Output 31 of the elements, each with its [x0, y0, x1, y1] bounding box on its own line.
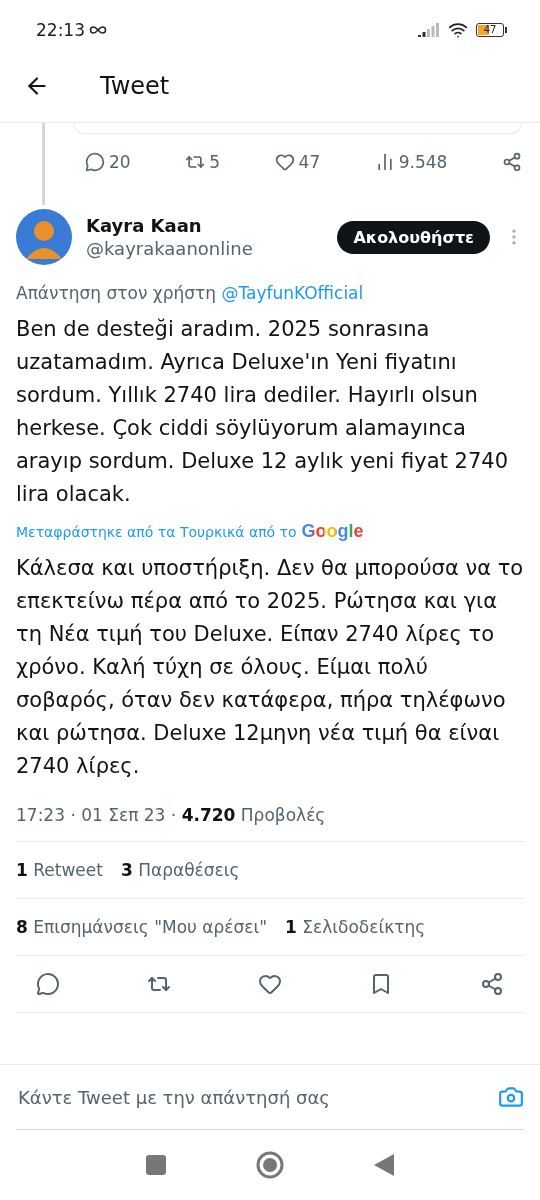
tweet-text: Ben de desteği aradım. 2025 sonrasına uzatamadım. Ayrıca Deluxe'ın Yeni fiyatını sordum. Yıllık 2740 lira dediler. Hayırlı olsun herkese. Çok ciddi söylüyorum alamayınca arayıp sordum. Deluxe 12 aylık yeni fiyat 2740 lira olacak.	[16, 316, 509, 508]
author-handle: @kayrakaanonline	[86, 238, 254, 259]
engagement-count[interactable]: 1 Retweet	[16, 860, 103, 880]
signal-icon	[418, 23, 440, 37]
home-icon[interactable]	[256, 1151, 284, 1179]
back-nav-icon[interactable]	[374, 1154, 394, 1176]
engagement-count[interactable]: 3 Παραθέσεις	[120, 860, 240, 880]
share-icon[interactable]	[501, 152, 522, 172]
stat-count: 47	[298, 152, 321, 172]
stat-count: 20	[109, 152, 131, 172]
stat-count: 9.548	[398, 152, 448, 172]
wifi-icon	[448, 20, 468, 40]
camera-icon[interactable]	[498, 1084, 524, 1110]
engagement-count[interactable]: 8 Επισημάνσεις "Μου αρέσει"	[16, 917, 267, 937]
heart-icon[interactable]	[258, 972, 282, 996]
reply-icon[interactable]	[36, 972, 60, 996]
reply-field[interactable]: Κάντε Tweet με την απάντησή σας	[16, 1085, 498, 1109]
heart-icon[interactable]	[274, 152, 295, 172]
author-name: Kayra Kaan	[86, 215, 203, 236]
follow-button[interactable]: Ακολουθήστε	[337, 220, 490, 254]
page-title: Tweet	[100, 72, 170, 100]
translated-text: Κάλεσα και υποστήριξη. Δεν θα μπορούσα να το επεκτείνω πέρα από το 2025. Ρώτησα και για τη Νέα τιμή του Deluxe. Είπαν 2740 λίρες το χρόνο. Καλή τύχη σε όλους. Είμαι πολύ σοβαρός, όταν δεν κατάφερα, πήρα τηλέφωνο και ρώτησα. Deluxe 12μηνη νέα τιμή θα είναι 2740 λίρες.	[16, 555, 524, 780]
engagement-count[interactable]: 1 Σελιδοδείκτης	[285, 917, 426, 937]
stat-count: 5	[209, 152, 220, 172]
reply-context: Απάντηση στον χρήστη @TayfunKOfficial	[16, 283, 365, 303]
clock-time: 22:13	[36, 20, 85, 40]
tweet-meta: 17:23 · 01 Σεπ 23 · 4.720 Προβολές	[16, 805, 326, 825]
provider-logo: Google	[301, 521, 364, 542]
share-icon[interactable]	[480, 972, 504, 996]
reply-icon[interactable]	[85, 152, 105, 172]
avatar	[16, 209, 72, 265]
